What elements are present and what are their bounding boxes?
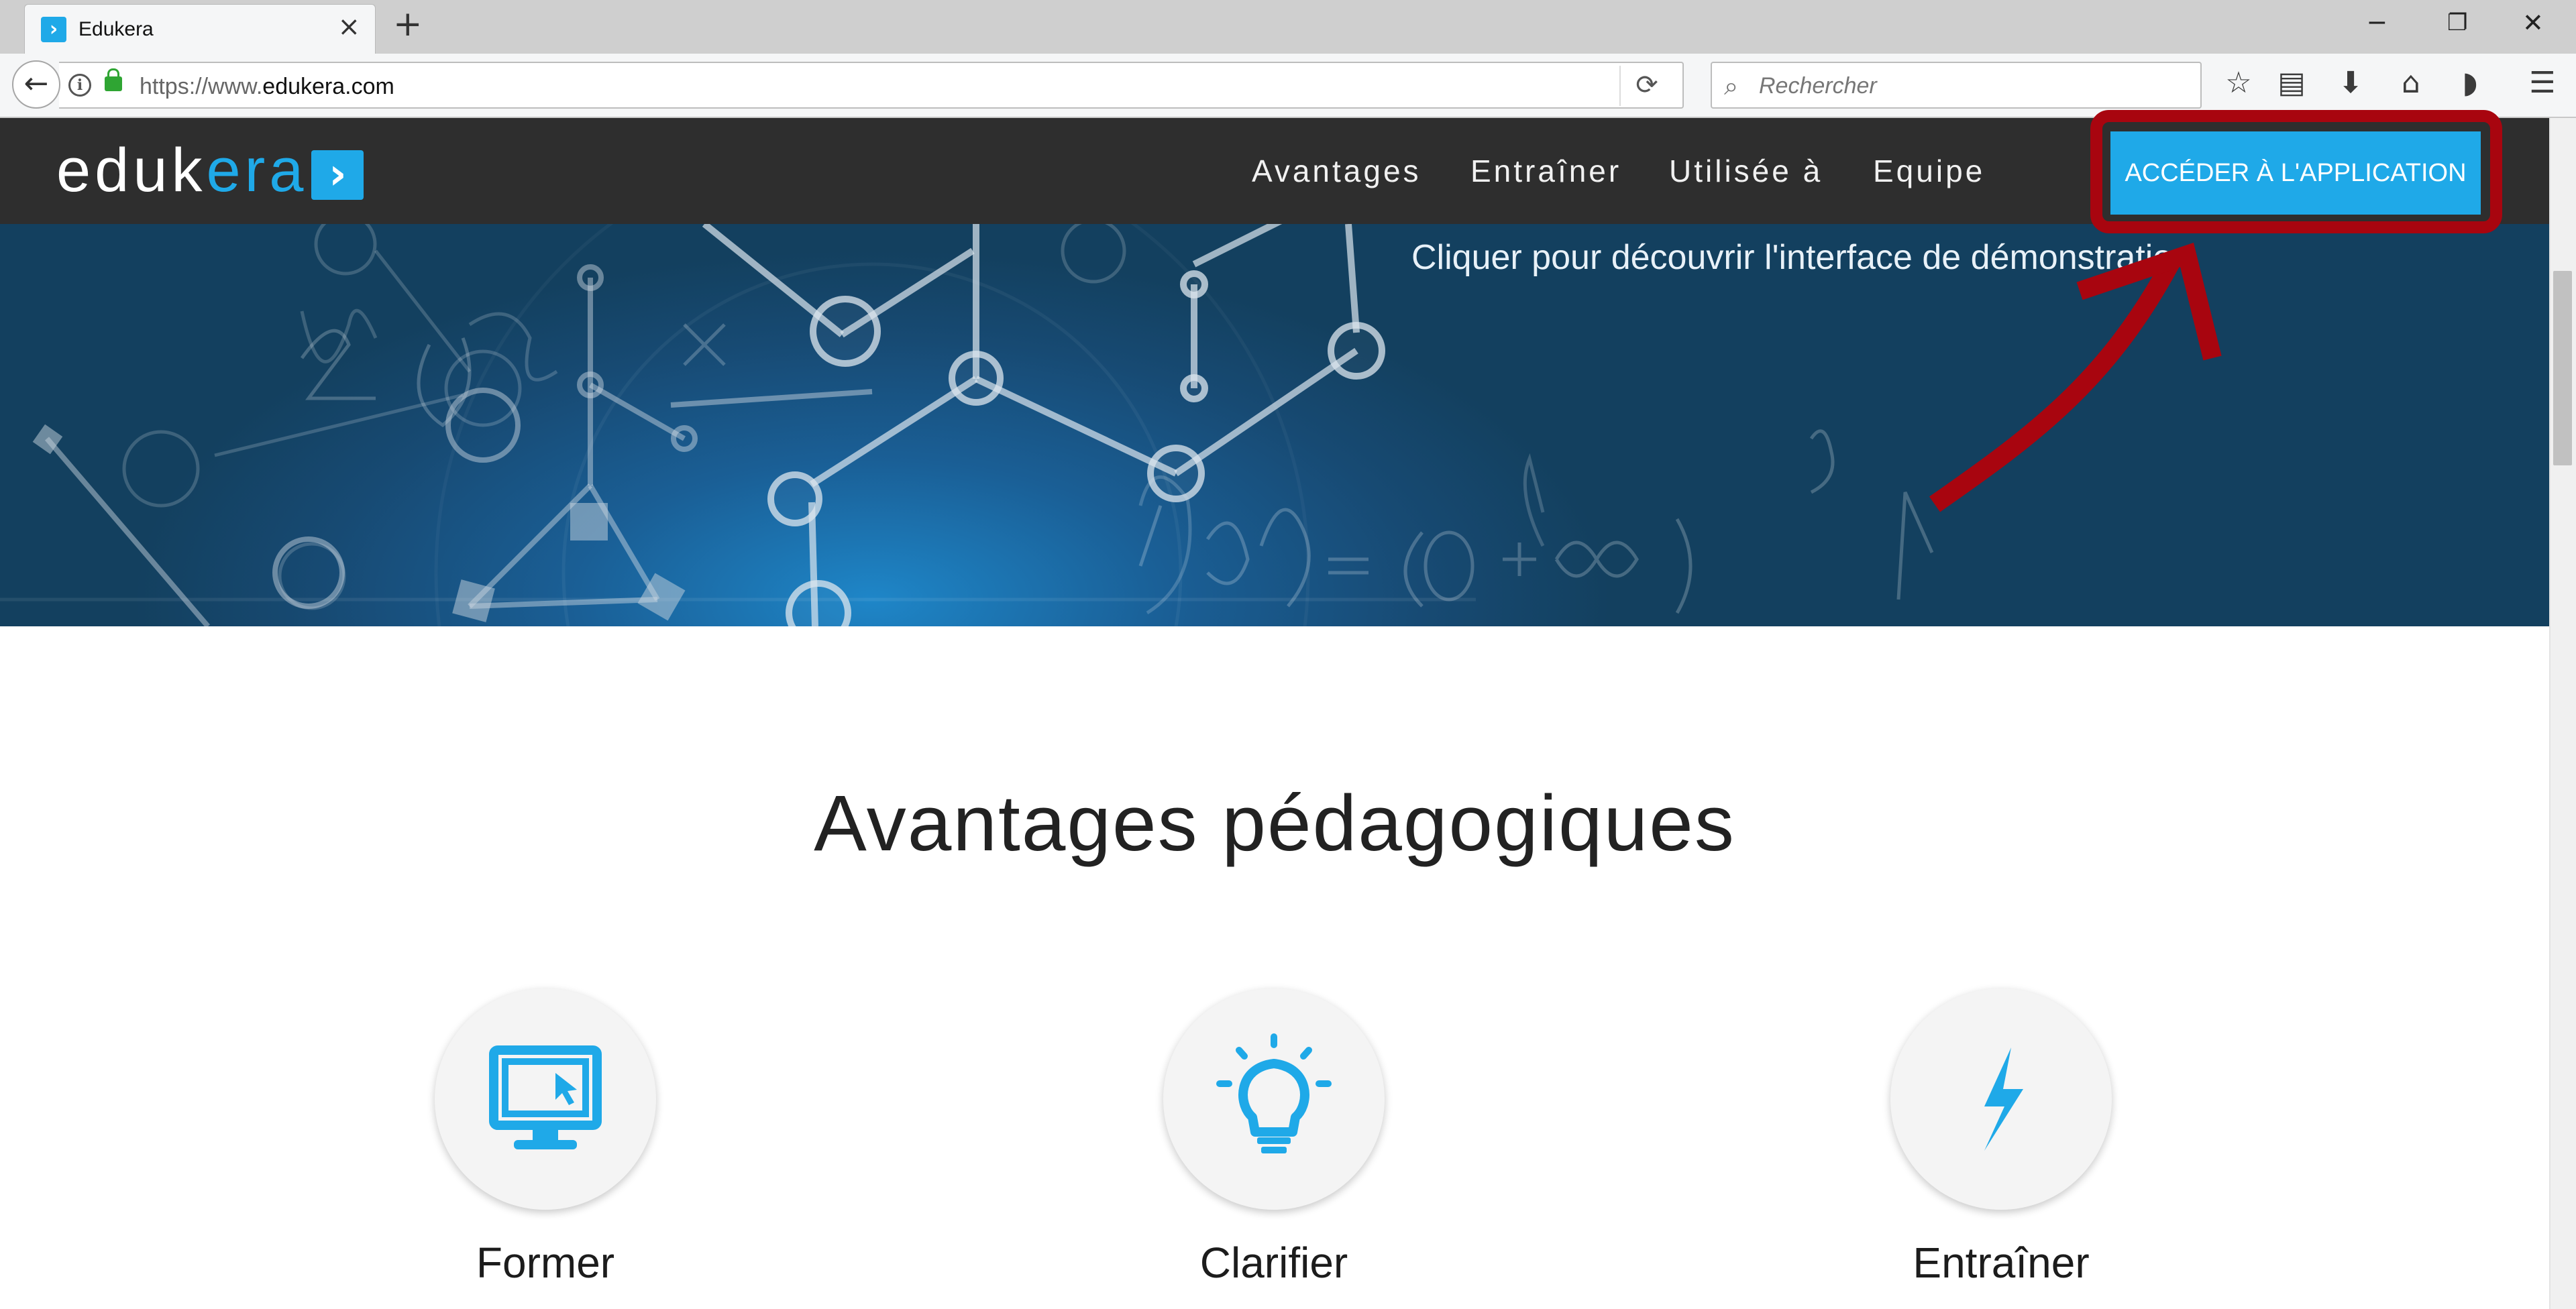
browser-navigation-bar: i https://www.edukera.com ⟳ ← ⌕ ☆ ▤ ⬇ ⌂ … bbox=[0, 54, 2576, 118]
nav-equipe[interactable]: Equipe bbox=[1873, 153, 1985, 189]
secure-lock-icon bbox=[105, 68, 122, 91]
address-bar[interactable]: i https://www.edukera.com ⟳ bbox=[59, 62, 1684, 109]
scrollbar-thumb[interactable] bbox=[2553, 271, 2572, 465]
reload-icon[interactable]: ⟳ bbox=[1619, 66, 1673, 106]
annotation-highlight-box bbox=[2090, 110, 2502, 233]
section-title: Avantages pédagogiques bbox=[814, 779, 1735, 868]
feature-clarifier-icon-circle bbox=[1163, 988, 1385, 1210]
bookmark-star-icon[interactable]: ☆ bbox=[2217, 66, 2260, 100]
url-text[interactable]: https://www.edukera.com bbox=[140, 74, 394, 100]
browser-tab[interactable]: › Edukera × bbox=[24, 4, 376, 54]
new-tab-icon[interactable]: + bbox=[393, 4, 423, 44]
feature-entrainer-icon-circle bbox=[1890, 988, 2112, 1210]
logo-text-white: eduk bbox=[56, 136, 207, 205]
logo-arrow-icon: › bbox=[311, 150, 364, 200]
tab-title: Edukera bbox=[78, 18, 154, 40]
monitor-icon bbox=[489, 1045, 602, 1149]
feature-former-label: Former bbox=[476, 1239, 615, 1287]
menu-icon[interactable]: ☰ bbox=[2521, 66, 2564, 100]
url-domain: edukera.com bbox=[262, 74, 394, 99]
lightning-icon bbox=[1984, 1047, 2023, 1151]
home-icon[interactable]: ⌂ bbox=[2390, 66, 2432, 100]
feature-clarifier-label: Clarifier bbox=[1199, 1239, 1348, 1287]
nav-avantages[interactable]: Avantages bbox=[1252, 153, 1421, 189]
nav-utilisee-a[interactable]: Utilisée à bbox=[1669, 153, 1823, 189]
minimize-icon[interactable]: ─ bbox=[2369, 8, 2385, 38]
edukera-logo[interactable]: edukera › bbox=[56, 138, 364, 205]
url-prefix: https://www. bbox=[140, 74, 263, 99]
annotation-arrow-icon bbox=[1929, 242, 2222, 512]
feature-former-icon-circle bbox=[435, 988, 656, 1210]
nav-entrainer[interactable]: Entraîner bbox=[1470, 153, 1621, 189]
lightbulb-icon bbox=[1216, 1033, 1332, 1153]
feature-entrainer-label: Entraîner bbox=[1913, 1239, 2090, 1287]
downloads-icon[interactable]: ⬇ bbox=[2329, 66, 2372, 100]
search-icon: ⌕ bbox=[1724, 71, 1739, 101]
tab-close-icon[interactable]: × bbox=[337, 11, 360, 42]
back-button[interactable]: ← bbox=[12, 60, 60, 109]
site-info-icon[interactable]: i bbox=[68, 74, 91, 97]
pocket-icon[interactable]: ◗ bbox=[2449, 66, 2491, 100]
browser-tab-bar: › Edukera × + ─ ❐ ✕ bbox=[0, 0, 2576, 54]
window-close-icon[interactable]: ✕ bbox=[2522, 8, 2544, 38]
restore-icon[interactable]: ❐ bbox=[2447, 9, 2467, 36]
search-input[interactable] bbox=[1759, 70, 2188, 102]
bookmarks-library-icon[interactable]: ▤ bbox=[2270, 66, 2313, 100]
logo-text-blue: era bbox=[206, 136, 308, 205]
edukera-favicon-icon: › bbox=[41, 17, 66, 42]
search-box[interactable]: ⌕ bbox=[1711, 62, 2202, 109]
